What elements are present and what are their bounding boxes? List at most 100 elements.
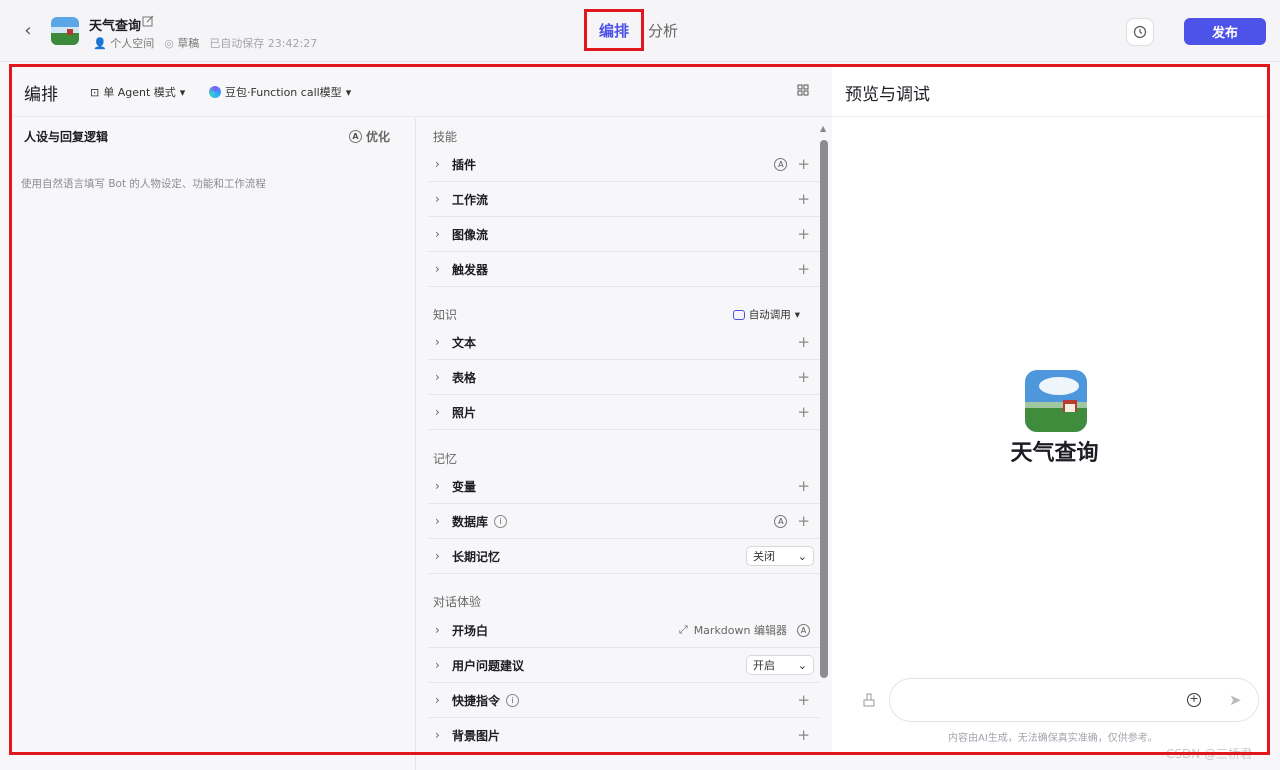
chevron-right-icon: › — [435, 479, 440, 493]
skill-row-workflow[interactable]: › 工作流 + — [428, 182, 820, 217]
add-icon[interactable]: + — [797, 191, 810, 207]
knowledge-row-photo[interactable]: › 照片 + — [428, 395, 820, 430]
add-icon[interactable]: + — [797, 513, 810, 529]
status-label: 草稿 — [177, 37, 200, 50]
add-icon[interactable]: + — [797, 156, 810, 172]
persona-input[interactable]: 使用自然语言填写 Bot 的人物设定、功能和工作流程 — [21, 176, 266, 191]
dialog-row-opening[interactable]: › 开场白 ⤢ Markdown 编辑器 A — [428, 613, 820, 648]
row-label: 工作流 — [452, 192, 489, 207]
ai-icon[interactable]: A — [774, 157, 788, 171]
ai-disclaimer: 内容由AI生成，无法确保真实准确，仅供参考。 — [948, 733, 1158, 744]
add-icon[interactable]: + — [797, 692, 810, 708]
history-icon[interactable] — [1126, 18, 1154, 46]
layout-grid-icon[interactable] — [797, 84, 809, 99]
chevron-right-icon: › — [435, 192, 440, 206]
question-suggest-select[interactable]: 开启 ⌄ — [746, 655, 814, 675]
add-icon[interactable]: + — [797, 334, 810, 350]
dialog-row-question-suggest[interactable]: › 用户问题建议 开启 ⌄ — [428, 648, 820, 683]
info-icon[interactable]: i — [494, 514, 508, 528]
add-icon[interactable]: + — [797, 261, 810, 277]
row-label: 背景图片 — [452, 728, 501, 743]
markdown-editor-label: Markdown 编辑器 — [693, 624, 787, 637]
bot-avatar[interactable] — [51, 17, 79, 45]
knowledge-row-text[interactable]: › 文本 + — [428, 325, 820, 360]
model-select[interactable]: 豆包·Function call模型 ▾ — [209, 84, 351, 100]
knowledge-row-table[interactable]: › 表格 + — [428, 360, 820, 395]
auto-call-select[interactable]: 自动调用 ▾ — [732, 307, 800, 322]
arrange-toolbar: 编排 ⊡ 单 Agent 模式 ▾ 豆包·Function call模型 ▾ — [12, 67, 832, 117]
row-label: 开场白 — [452, 623, 489, 638]
skills-section: 技能 › 插件 A + › 工作流 + › 图像流 + › 触发器 + 知识 自动… — [428, 118, 820, 770]
longterm-select[interactable]: 关闭 ⌄ — [746, 546, 814, 566]
back-arrow-icon[interactable]: ‹ — [18, 20, 38, 41]
tab-arrange[interactable]: 编排 — [584, 9, 644, 51]
ai-icon[interactable]: A — [797, 623, 810, 637]
section-memory-title: 记忆 — [433, 452, 458, 466]
chevron-right-icon: › — [435, 370, 440, 384]
arrange-title: 编排 — [24, 85, 58, 105]
memory-row-variable[interactable]: › 变量 + — [428, 469, 820, 504]
section-skills-title: 技能 — [433, 130, 458, 144]
ai-icon[interactable]: A — [774, 514, 788, 528]
chevron-down-icon: ⌄ — [797, 549, 807, 563]
add-icon[interactable]: + — [797, 369, 810, 385]
model-label: 豆包·Function call模型 — [225, 86, 342, 99]
add-icon[interactable]: + — [797, 226, 810, 242]
edit-icon[interactable] — [142, 15, 156, 29]
chevron-right-icon: › — [435, 335, 440, 349]
chat-input[interactable] — [889, 678, 1259, 722]
persona-title: 人设与回复逻辑 — [24, 130, 109, 144]
skills-scrollbar[interactable]: ▲ — [820, 124, 829, 764]
add-icon[interactable]: + — [797, 404, 810, 420]
memory-row-database[interactable]: › 数据库 i A + — [428, 504, 820, 539]
skill-row-plugin[interactable]: › 插件 A + — [428, 147, 820, 182]
chevron-right-icon: › — [435, 693, 440, 707]
auto-call-icon — [732, 309, 745, 320]
ai-icon: A — [349, 130, 362, 143]
add-icon[interactable]: + — [797, 478, 810, 494]
scroll-thumb[interactable] — [820, 140, 828, 678]
persona-section: 人设与回复逻辑 A 优化 使用自然语言填写 Bot 的人物设定、功能和工作流程 — [12, 118, 416, 770]
info-icon[interactable]: i — [506, 693, 520, 707]
row-label: 文本 — [452, 335, 477, 350]
chevron-right-icon: › — [435, 623, 440, 637]
chevron-right-icon: › — [435, 658, 440, 672]
caret-down-icon: ▾ — [794, 308, 800, 321]
optimize-button[interactable]: A 优化 — [349, 128, 390, 145]
chevron-right-icon: › — [435, 157, 440, 171]
clear-history-icon[interactable] — [862, 693, 876, 711]
agent-mode-select[interactable]: ⊡ 单 Agent 模式 ▾ — [90, 84, 185, 100]
markdown-editor-button[interactable]: ⤢ Markdown 编辑器 — [679, 622, 787, 638]
bot-meta: 👤 个人空间 ◎ 草稿 已自动保存 23:42:27 — [93, 35, 317, 51]
publish-button[interactable]: 发布 — [1184, 18, 1266, 45]
status-info: ◎ 草稿 — [164, 37, 200, 50]
row-label: 图像流 — [452, 227, 489, 242]
chevron-right-icon: › — [435, 262, 440, 276]
section-knowledge-title: 知识 — [433, 308, 458, 322]
preview-title: 预览与调试 — [845, 85, 930, 105]
bot-name: 天气查询 — [89, 19, 142, 34]
row-label: 长期记忆 — [452, 549, 501, 564]
row-label: 表格 — [452, 370, 477, 385]
select-value: 关闭 — [753, 550, 775, 563]
send-icon[interactable]: ➤ — [1229, 691, 1242, 709]
add-attachment-icon[interactable]: + — [1187, 693, 1201, 707]
dialog-row-shortcut[interactable]: › 快捷指令 i + — [428, 683, 820, 718]
chevron-right-icon: › — [435, 549, 440, 563]
auto-call-label: 自动调用 — [748, 309, 791, 321]
scroll-up-icon[interactable]: ▲ — [820, 124, 826, 133]
bot-preview-avatar — [1025, 370, 1087, 432]
add-icon[interactable]: + — [797, 727, 810, 743]
agent-mode-icon: ⊡ — [90, 85, 100, 99]
row-label: 数据库 — [452, 514, 489, 529]
autosave-label: 已自动保存 23:42:27 — [209, 37, 318, 50]
section-dialog-title: 对话体验 — [433, 595, 482, 609]
memory-row-longterm[interactable]: › 长期记忆 关闭 ⌄ — [428, 539, 820, 574]
skill-row-imageflow[interactable]: › 图像流 + — [428, 217, 820, 252]
chevron-right-icon: › — [435, 405, 440, 419]
dialog-row-background[interactable]: › 背景图片 + — [428, 718, 820, 753]
tab-analysis[interactable]: 分析 — [648, 20, 678, 41]
top-header: ‹ 天气查询 👤 个人空间 ◎ 草稿 已自动保存 23:42:27 编排 分析 … — [0, 0, 1280, 62]
skill-row-trigger[interactable]: › 触发器 + — [428, 252, 820, 287]
select-value: 开启 — [753, 659, 775, 672]
